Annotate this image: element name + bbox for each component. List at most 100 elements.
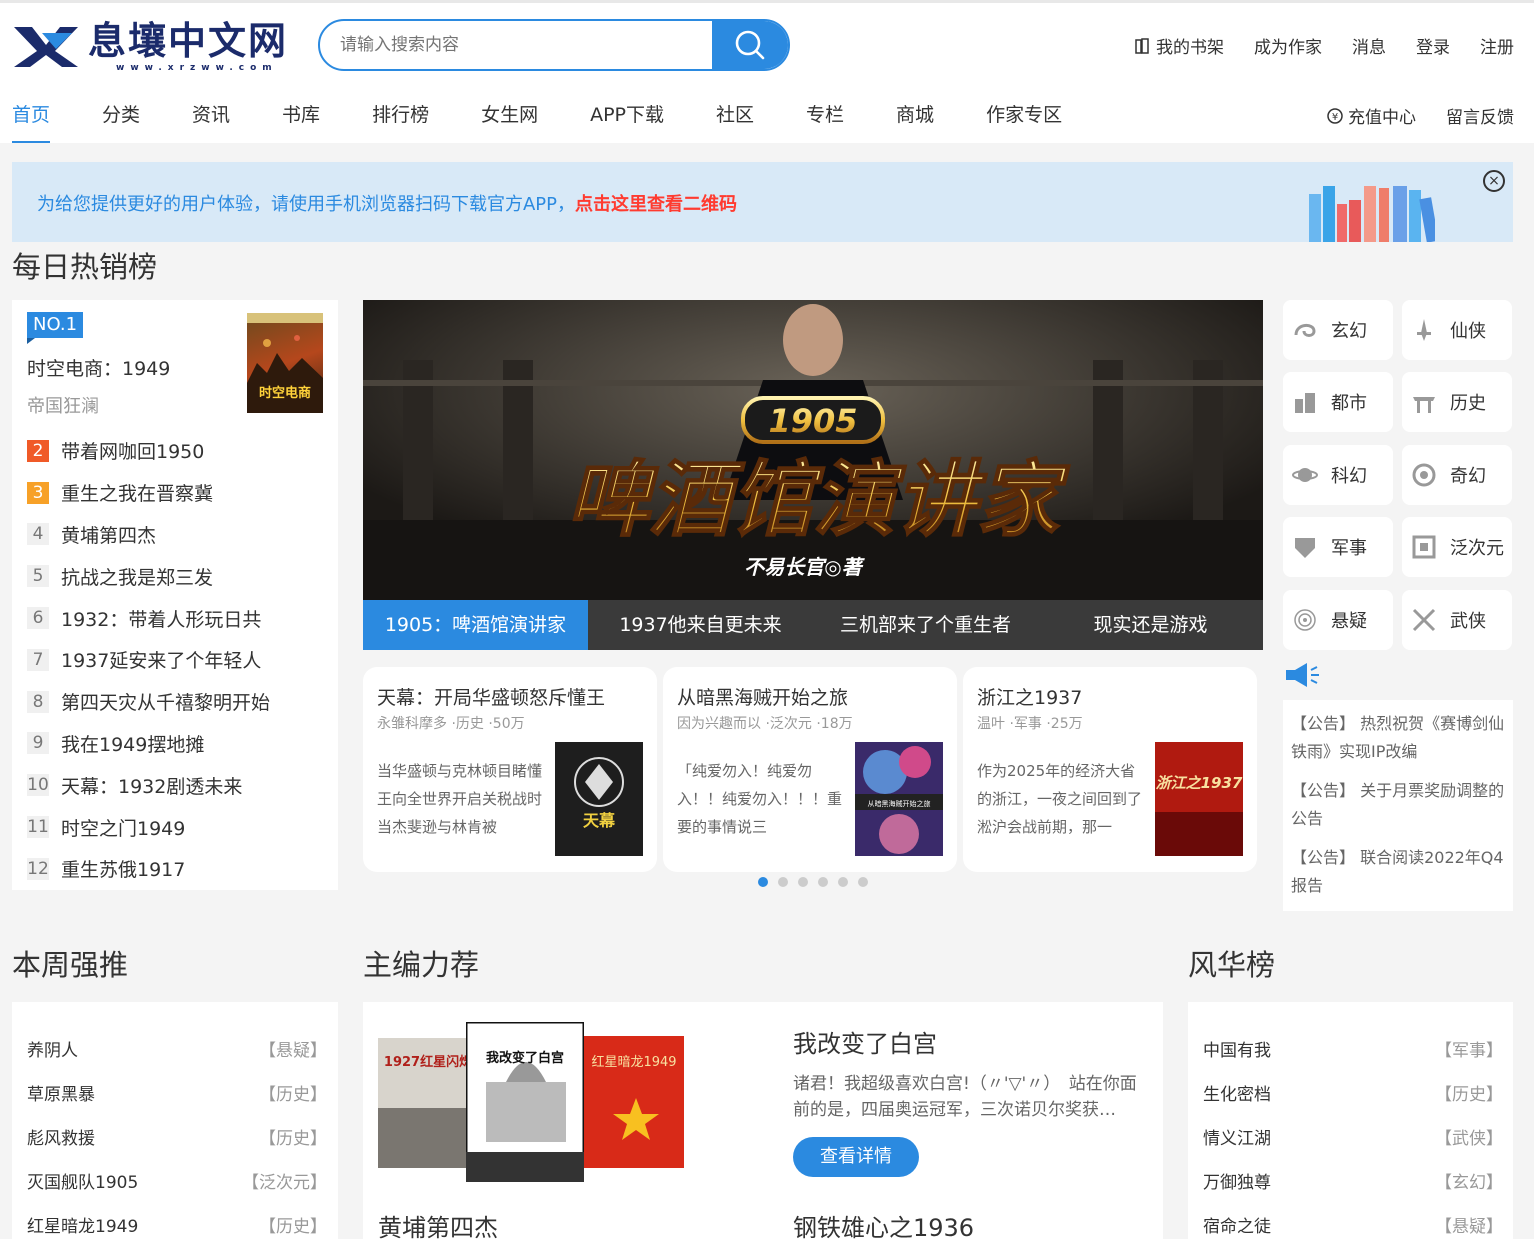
book-title: 红星暗龙1949 [27, 1216, 139, 1237]
logo-text: 息壤中文网 [88, 18, 289, 63]
list-item[interactable]: 情义江湖 【武侠】 [1203, 1114, 1503, 1158]
recharge-link[interactable]: ¥ 充值中心 [1326, 103, 1416, 128]
editor-cover-center[interactable]: 我改变了白宫 [466, 1022, 584, 1182]
login-link[interactable]: 登录 [1416, 33, 1450, 58]
rank-item[interactable]: 9 我在1949摆地摊 [27, 723, 327, 765]
view-details-button[interactable]: 查看详情 [793, 1137, 919, 1177]
nav-ranking[interactable]: 排行榜 [372, 101, 429, 143]
rank-item[interactable]: 8 第四天灾从千禧黎明开始 [27, 681, 327, 723]
editor-book-title[interactable]: 我改变了白宫 [793, 1024, 1153, 1059]
carousel-tab[interactable]: 三机部来了个重生者 [813, 600, 1038, 650]
nav-category[interactable]: 分类 [102, 101, 140, 143]
book-card[interactable]: 浙江之1937 温叶 ·军事 ·25万 作为2025年的经济大省的浙江，一夜之间… [963, 667, 1257, 872]
carousel-dot[interactable] [758, 877, 768, 887]
rank1-cover[interactable]: 时空电商 [247, 313, 323, 413]
become-writer-link[interactable]: 成为作家 [1254, 33, 1322, 58]
book-card[interactable]: 天幕：开局华盛顿怒斥懂王 永雏科摩多 ·历史 ·50万 当华盛顿与克林顿目睹懂王… [363, 667, 657, 872]
notice-item[interactable]: 【公告】 热烈祝贺《赛博剑仙铁雨》实现IP改编 [1291, 710, 1505, 766]
site-logo[interactable]: 息壤中文网 www.xrzww.com [12, 17, 286, 77]
list-item[interactable]: 灭国舰队1905 【泛次元】 [27, 1158, 327, 1202]
banner-close-button[interactable]: × [1483, 170, 1505, 192]
nav-community[interactable]: 社区 [716, 101, 754, 143]
genre-tag: 【历史】 [259, 1084, 327, 1105]
feedback-link[interactable]: 留言反馈 [1446, 103, 1514, 128]
rank-item[interactable]: 12 重生苏俄1917 [27, 848, 327, 890]
qr-code-link[interactable]: 点击这里查看二维码 [575, 194, 737, 215]
register-link[interactable]: 注册 [1480, 33, 1514, 58]
carousel-dot[interactable] [778, 877, 788, 887]
genre-tag: 【悬疑】 [259, 1040, 327, 1061]
rank-item[interactable]: 7 1937延安来了个年轻人 [27, 639, 327, 681]
swirl-icon [1291, 316, 1319, 344]
category-wuxia[interactable]: 武侠 [1402, 590, 1512, 650]
rank1-author[interactable]: 帝国狂澜 [27, 392, 99, 418]
top-links: 我的书架 成为作家 消息 登录 注册 [1134, 33, 1514, 58]
category-fanciyuan[interactable]: 泛次元 [1402, 517, 1512, 577]
category-lishi[interactable]: 历史 [1402, 372, 1512, 432]
nav-writer-zone[interactable]: 作家专区 [986, 101, 1062, 143]
carousel-dot[interactable] [858, 877, 868, 887]
category-junshi[interactable]: 军事 [1283, 517, 1393, 577]
card-meta: 因为兴趣而以 ·泛次元 ·18万 [677, 716, 853, 732]
carousel-dot[interactable] [818, 877, 828, 887]
rank-item[interactable]: 2 带着网咖回1950 [27, 430, 327, 472]
rank-item[interactable]: 5 抗战之我是郑三发 [27, 555, 327, 597]
category-xianxia[interactable]: 仙侠 [1402, 300, 1512, 360]
book-card[interactable]: 从暗黑海贼开始之旅 因为兴趣而以 ·泛次元 ·18万 「纯爱勿入！纯爱勿入！！纯… [663, 667, 957, 872]
list-item[interactable]: 红星暗龙1949 【历史】 [27, 1202, 327, 1239]
bookshelf-link[interactable]: 我的书架 [1134, 33, 1224, 58]
editor-cover-left[interactable]: 1927红星闪烁 [378, 1038, 478, 1168]
rank-item[interactable]: 3 重生之我在晋察冀 [27, 472, 327, 514]
messages-link[interactable]: 消息 [1352, 33, 1386, 58]
nav-column[interactable]: 专栏 [806, 101, 844, 143]
category-xuanhuan[interactable]: 玄幻 [1283, 300, 1393, 360]
rank-item[interactable]: 6 1932：带着人形玩日共 [27, 597, 327, 639]
list-item[interactable]: 宿命之徒 【悬疑】 [1203, 1202, 1503, 1239]
carousel-tab[interactable]: 1905：啤酒馆演讲家 [363, 600, 588, 650]
list-item[interactable]: 中国有我 【军事】 [1203, 1026, 1503, 1070]
nav-home[interactable]: 首页 [12, 101, 51, 143]
app-download-banner: 为给您提供更好的用户体验，请使用手机浏览器扫码下载官方APP，点击这里查看二维码… [12, 162, 1513, 242]
rank-item[interactable]: 11 时空之门1949 [27, 806, 327, 848]
list-item[interactable]: 养阴人 【悬疑】 [27, 1026, 327, 1070]
nav-library[interactable]: 书库 [282, 101, 320, 143]
search-input[interactable] [340, 21, 710, 69]
book-title: 情义江湖 [1203, 1128, 1271, 1149]
search-button[interactable] [712, 21, 788, 69]
nav-app-download[interactable]: APP下载 [590, 101, 664, 143]
card-title: 天幕：开局华盛顿怒斥懂王 [377, 687, 606, 709]
editor-cover-text: 1927红星闪烁 [384, 1054, 472, 1070]
rank1-title[interactable]: 时空电商：1949 [27, 354, 170, 381]
category-kehuan[interactable]: 科幻 [1283, 445, 1393, 505]
rank-item[interactable]: 10 天幕：1932剧透未来 [27, 764, 327, 806]
rank-item[interactable]: 4 黄埔第四杰 [27, 514, 327, 556]
genre-tag: 【历史】 [259, 1216, 327, 1237]
nav-mall[interactable]: 商城 [896, 101, 934, 143]
fenghua-title: 风华榜 [1188, 948, 1276, 982]
genre-tag: 【泛次元】 [242, 1172, 327, 1193]
weekly-panel: 养阴人 【悬疑】 草原黑暴 【历史】 彪风救援 【历史】 灭国舰队1905 【泛次元】 … [12, 1002, 338, 1239]
category-xuanyi[interactable]: 悬疑 [1283, 590, 1393, 650]
carousel-dot[interactable] [798, 877, 808, 887]
list-item[interactable]: 彪风救援 【历史】 [27, 1114, 327, 1158]
rank-number: 6 [27, 607, 49, 630]
nav-news[interactable]: 资讯 [192, 101, 230, 143]
editor-cover-right[interactable]: 红星暗龙1949 [584, 1036, 684, 1168]
notice-item[interactable]: 【公告】 联合阅读2022年Q4报告 [1291, 844, 1505, 900]
carousel-dot[interactable] [838, 877, 848, 887]
editor-book-title-3[interactable]: 钢铁雄心之1936 [793, 1208, 974, 1239]
category-dushi[interactable]: 都市 [1283, 372, 1393, 432]
list-item[interactable]: 生化密档 【历史】 [1203, 1070, 1503, 1114]
carousel-tab[interactable]: 现实还是游戏 [1038, 600, 1263, 650]
notice-item[interactable]: 【公告】 关于月票奖励调整的公告 [1291, 777, 1505, 833]
list-item[interactable]: 万御独尊 【玄幻】 [1203, 1158, 1503, 1202]
carousel-tab[interactable]: 1937他来自更未来 [588, 600, 813, 650]
category-qihuan[interactable]: 奇幻 [1402, 445, 1512, 505]
card-cover-text: 从暗黑海贼开始之旅 [868, 799, 931, 808]
carousel-slide[interactable]: 1905 啤酒馆演讲家 不易长官◎著 [363, 300, 1263, 600]
editor-book-title-2[interactable]: 黄埔第四杰 [378, 1208, 498, 1239]
card-cover-text: 浙江之1937 [1156, 774, 1243, 792]
nav-female[interactable]: 女生网 [481, 101, 538, 143]
list-item[interactable]: 草原黑暴 【历史】 [27, 1070, 327, 1114]
bookshelf-label: 我的书架 [1156, 38, 1224, 58]
